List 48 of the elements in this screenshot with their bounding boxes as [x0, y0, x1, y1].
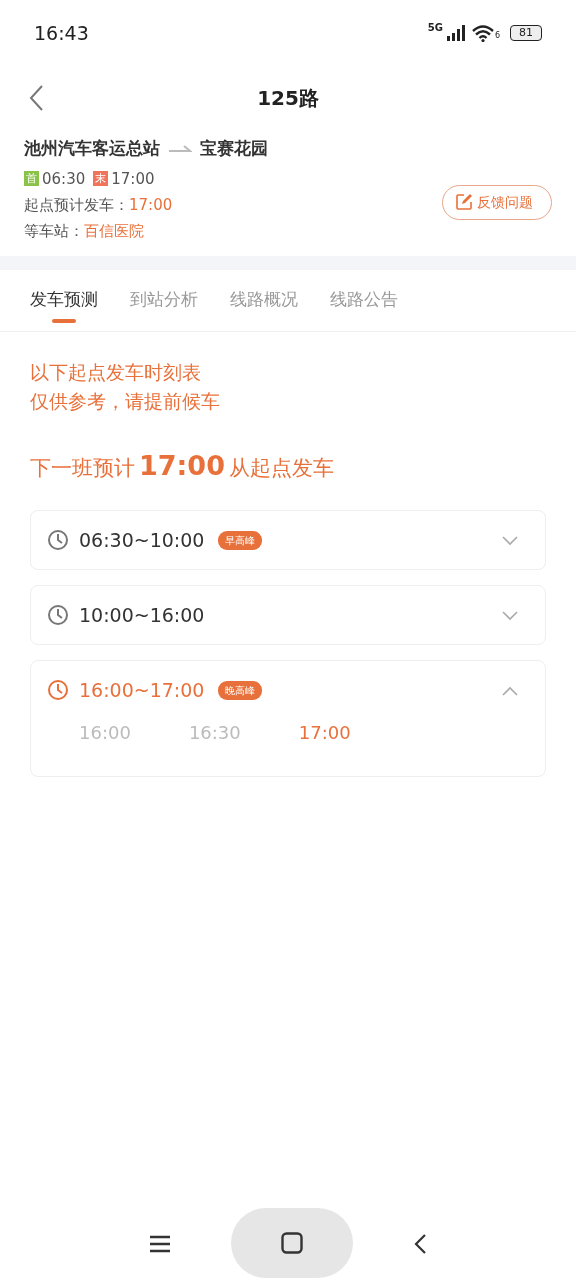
menu-icon [149, 1233, 171, 1254]
peak-tag: 早高峰 [218, 530, 263, 550]
notice-text: 以下起点发车时刻表 [30, 359, 202, 385]
clock-time: 16:43 [34, 20, 89, 46]
wifi-label: 6 [494, 30, 500, 42]
tab[interactable]: 线路概况 [230, 269, 298, 331]
tab[interactable]: 发车预测 [30, 269, 98, 331]
time-range: 16:00~17:00 [79, 677, 205, 703]
origin-stop: 池州汽车客运总站 [24, 137, 160, 160]
time-range: 10:00~16:00 [79, 602, 205, 628]
first-bus-time: 06:30 [42, 168, 86, 190]
chevron-down-icon [501, 535, 519, 546]
stop-label: 等车站： [24, 221, 84, 240]
battery-level: 81 [510, 25, 542, 41]
clock-icon [47, 679, 69, 701]
clock-icon [47, 529, 69, 551]
next-departure-time: 17:00 [139, 448, 225, 483]
next-departure-label: 下一班预计 [30, 454, 135, 482]
peak-tag: 晚高峰 [218, 680, 263, 700]
waiting-stop: 百信医院 [84, 221, 144, 240]
tab[interactable]: 到站分析 [130, 269, 198, 331]
chevron-up-icon [501, 685, 519, 696]
page-title: 125路 [257, 85, 319, 112]
back-nav-button[interactable] [413, 1231, 427, 1255]
last-bus-time: 17:00 [111, 168, 155, 190]
first-bus-tag: 首 [24, 171, 39, 186]
departure-time: 16:00 [79, 721, 131, 745]
last-bus-tag: 末 [93, 171, 109, 186]
edit-icon [455, 193, 473, 211]
back-button[interactable] [28, 84, 44, 112]
back-icon [413, 1232, 427, 1255]
clock-icon [47, 604, 69, 626]
next-departure-label: 从起点发车 [228, 454, 334, 482]
departure-time: 16:30 [188, 721, 241, 745]
network-label: 5G [427, 21, 443, 35]
back-icon [28, 84, 44, 112]
tab[interactable]: 线路公告 [330, 269, 398, 331]
depart-label: 起点预计发车： [24, 195, 129, 214]
square-icon [281, 1232, 303, 1254]
time-range: 06:30~10:00 [79, 527, 205, 553]
depart-time: 17:00 [129, 195, 173, 214]
notice-text: 仅供参考，请提前候车 [30, 388, 221, 414]
destination-stop: 宝赛花园 [200, 137, 268, 160]
feedback-button[interactable]: 反馈问题 [442, 184, 552, 220]
chevron-down-icon [501, 610, 519, 621]
signal-icon [446, 25, 467, 41]
departure-time: 17:00 [298, 721, 351, 745]
wifi-icon [470, 24, 495, 42]
